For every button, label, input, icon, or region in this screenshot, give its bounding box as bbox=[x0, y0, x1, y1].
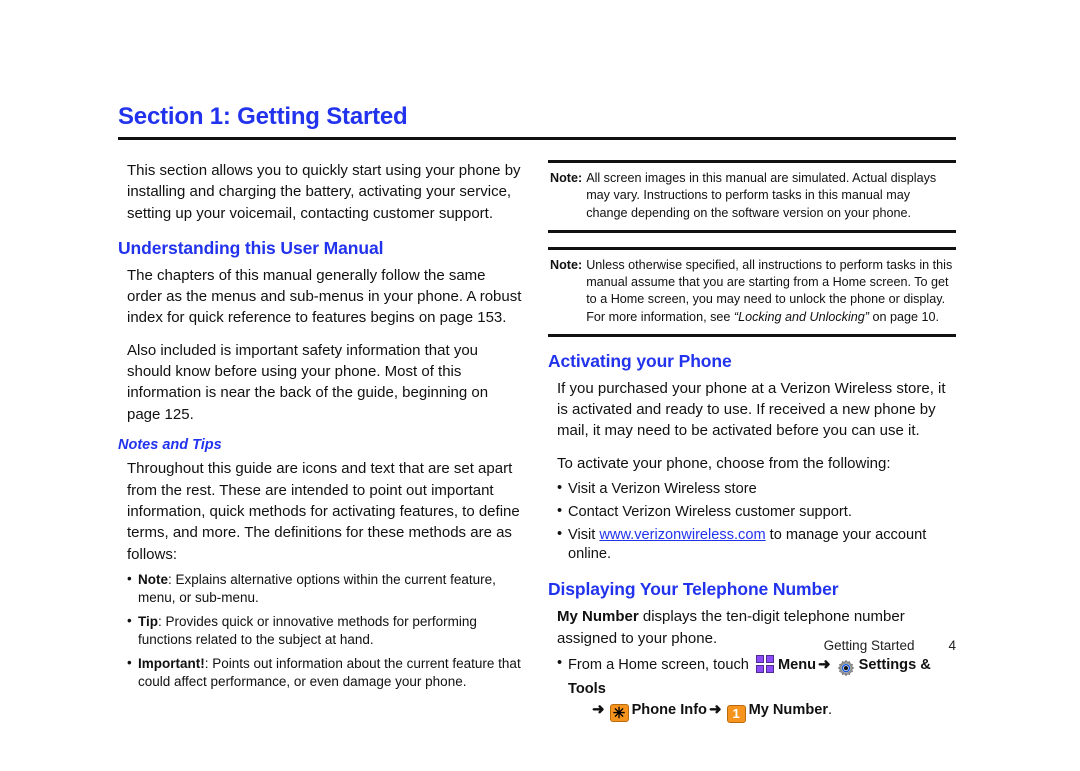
note-text-part2: on page 10. bbox=[868, 309, 940, 324]
list-item: Contact Verizon Wireless customer suppor… bbox=[557, 502, 956, 523]
phone-info-label: Phone Info bbox=[631, 701, 707, 718]
menu-label: Menu bbox=[777, 656, 817, 673]
note-label: Note: bbox=[550, 171, 583, 185]
paragraph-throughout-guide: Throughout this guide are icons and text… bbox=[127, 460, 520, 563]
paragraph-chapters: The chapters of this manual generally fo… bbox=[127, 266, 522, 327]
arrow-right-icon: ➜ bbox=[592, 700, 605, 718]
note-label: Note: bbox=[550, 257, 583, 272]
subheading-notes-and-tips: Notes and Tips bbox=[118, 436, 222, 453]
arrow-right-icon: ➜ bbox=[818, 655, 831, 673]
paragraph-to-activate: To activate your phone, choose from the … bbox=[557, 454, 891, 472]
activation-options-list: Visit a Verizon Wireless store Contact V… bbox=[548, 479, 956, 566]
intro-paragraph: This section allows you to quickly start… bbox=[127, 162, 521, 222]
footer-section-label: Getting Started bbox=[823, 638, 915, 653]
left-column: This section allows you to quickly start… bbox=[118, 160, 523, 697]
verizon-wireless-link[interactable]: www.verizonwireless.com bbox=[599, 527, 765, 543]
footer-page-number: 4 bbox=[948, 638, 956, 653]
heading-activating-your-phone: Activating your Phone bbox=[548, 350, 732, 371]
note-box-home-screen: Note: Unless otherwise specified, all in… bbox=[548, 246, 956, 337]
definition-term: Note bbox=[138, 571, 168, 587]
my-number-label: My Number bbox=[748, 701, 829, 718]
title-divider bbox=[118, 137, 956, 141]
list-item: Important!: Points out information about… bbox=[127, 654, 523, 692]
paragraph-safety-info: Also included is important safety inform… bbox=[127, 341, 489, 423]
list-item: From a Home screen, touch Menu➜Settings … bbox=[557, 654, 956, 723]
step-continuation: ➜ ✳ Phone Info ➜ 1 My Number. bbox=[568, 700, 956, 723]
arrow-right-icon: ➜ bbox=[708, 700, 722, 718]
list-item: Visit www.verizonwireless.com to manage … bbox=[557, 525, 956, 566]
note-text: Unless otherwise specified, all instruct… bbox=[586, 257, 954, 326]
note-text: All screen images in this manual are sim… bbox=[586, 171, 937, 220]
definition-text: : Explains alternative options within th… bbox=[138, 571, 496, 606]
step-period: . bbox=[828, 701, 833, 718]
page-title: Section 1: Getting Started bbox=[118, 103, 408, 130]
my-number-bold-lead: My Number bbox=[557, 608, 639, 626]
note-text-italic-reference: “Locking and Unlocking” bbox=[733, 309, 869, 324]
asterisk-key-icon: ✳ bbox=[609, 703, 629, 722]
paragraph-purchased-phone: If you purchased your phone at a Verizon… bbox=[557, 379, 946, 440]
gear-icon bbox=[836, 659, 856, 680]
document-page: Section 1: Getting Started This section … bbox=[0, 0, 1080, 771]
definition-term: Important! bbox=[138, 655, 205, 671]
list-item: Note: Explains alternative options withi… bbox=[127, 570, 523, 608]
heading-understanding-this-user-manual: Understanding this User Manual bbox=[118, 237, 384, 258]
page-title-block: Section 1: Getting Started bbox=[118, 103, 956, 148]
my-number-steps-list: From a Home screen, touch Menu➜Settings … bbox=[548, 654, 956, 723]
heading-displaying-your-telephone-number: Displaying Your Telephone Number bbox=[548, 579, 839, 600]
visit-prefix: Visit bbox=[568, 526, 600, 543]
list-item: Tip: Provides quick or innovative method… bbox=[127, 612, 523, 650]
menu-grid-icon bbox=[755, 654, 775, 673]
definition-term: Tip bbox=[138, 613, 158, 629]
list-item: Visit a Verizon Wireless store bbox=[557, 479, 956, 500]
step-intro-text: From a Home screen, touch bbox=[568, 656, 753, 673]
page-footer: Getting Started 4 bbox=[548, 638, 956, 653]
one-key-icon: 1 bbox=[726, 704, 746, 723]
note-box-screen-images: Note: All screen images in this manual a… bbox=[548, 160, 956, 233]
definitions-list: Note: Explains alternative options withi… bbox=[118, 570, 523, 692]
definition-text: : Provides quick or innovative methods f… bbox=[138, 613, 477, 648]
